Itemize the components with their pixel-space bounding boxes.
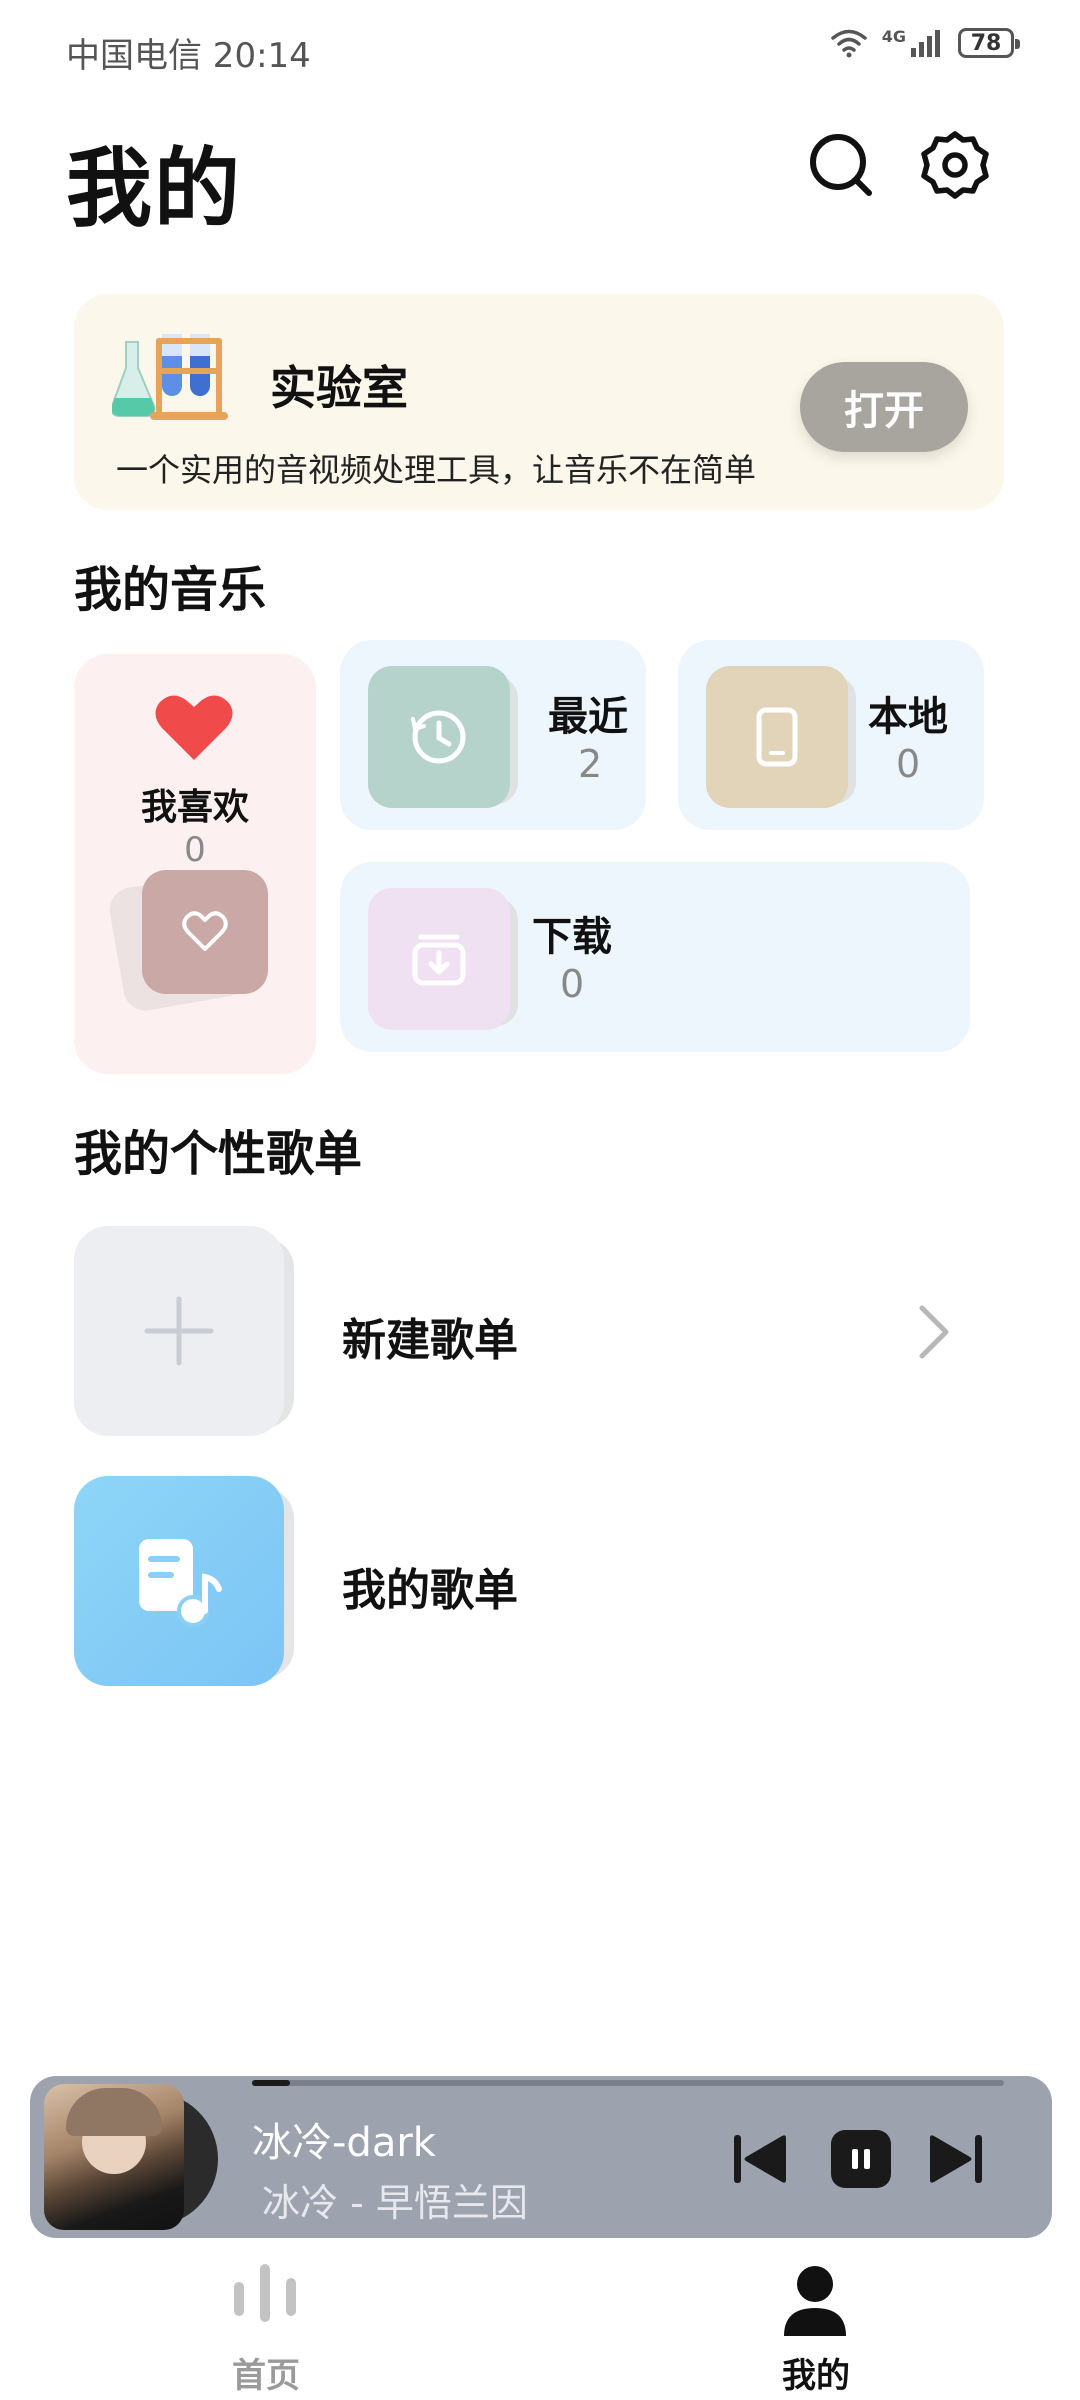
recent-label: 最近 (548, 694, 628, 740)
search-icon[interactable] (806, 130, 876, 200)
phone-icon (756, 707, 798, 767)
playlists-title: 我的个性歌单 (74, 1126, 363, 1182)
downloads-count: 0 (560, 962, 585, 1006)
downloads-cover (368, 888, 510, 1030)
favorites-label: 我喜欢 (140, 787, 249, 828)
new-playlist-label: 新建歌单 (342, 1315, 518, 1366)
progress-track[interactable] (252, 2080, 1004, 2086)
local-label: 本地 (868, 694, 948, 740)
heart-outline-icon (182, 911, 228, 951)
status-bar: 中国电信 20:14 4G 78 (0, 0, 1080, 100)
recent-count: 2 (578, 742, 603, 786)
downloads-label: 下载 (532, 914, 612, 960)
lab-title: 实验室 (270, 361, 408, 415)
favorites-count: 0 (184, 830, 206, 870)
cover-hat (66, 2088, 162, 2136)
flask-icon (110, 328, 236, 428)
album-cover (44, 2084, 184, 2230)
plus-icon (144, 1296, 214, 1366)
page-title: 我的 (66, 139, 242, 239)
new-playlist-cover (74, 1226, 284, 1436)
song-title: 冰冷-dark (252, 2120, 436, 2166)
nav-item-me[interactable]: 我的 (740, 2256, 890, 2396)
lab-open-button[interactable]: 打开 (800, 362, 968, 452)
battery-indicator: 78 (958, 28, 1020, 58)
status-icons: 4G 78 (830, 26, 1020, 58)
clock-icon (411, 710, 466, 764)
song-artist: 冰冷 - 早悟兰因 (262, 2181, 528, 2225)
recent-cover (368, 666, 510, 808)
local-cover (706, 666, 848, 808)
next-icon[interactable] (924, 2128, 986, 2190)
progress-fill (252, 2080, 290, 2086)
chevron-right-icon (914, 1302, 954, 1366)
settings-icon[interactable] (920, 130, 990, 200)
lab-description: 一个实用的音视频处理工具，让音乐不在简单 (116, 451, 757, 489)
wifi-icon (830, 29, 867, 58)
heart-icon (154, 692, 234, 766)
download-box-icon (412, 934, 466, 986)
pause-icon[interactable] (830, 2128, 892, 2190)
favorites-cover (142, 870, 268, 994)
network-type: 4G (881, 26, 906, 46)
equalizer-icon (232, 2262, 298, 2328)
person-icon (782, 2264, 848, 2342)
my-playlist-cover (74, 1476, 284, 1686)
local-count: 0 (896, 742, 921, 786)
battery-level: 78 (970, 30, 1002, 56)
signal-icon (911, 30, 940, 57)
music-note-icon (139, 1539, 222, 1627)
status-carrier-time: 中国电信 20:14 (66, 36, 311, 76)
nav-label-home: 首页 (232, 2356, 300, 2396)
my-playlist-label: 我的歌单 (342, 1565, 518, 1616)
nav-item-home[interactable]: 首页 (200, 2256, 330, 2396)
my-music-title: 我的音乐 (74, 562, 267, 618)
album-art[interactable] (44, 2084, 218, 2230)
previous-icon[interactable] (730, 2128, 792, 2190)
my-playlist-row[interactable]: 我的歌单 (74, 1476, 994, 1690)
new-playlist-row[interactable]: 新建歌单 (74, 1226, 994, 1440)
nav-label-me: 我的 (782, 2356, 850, 2396)
